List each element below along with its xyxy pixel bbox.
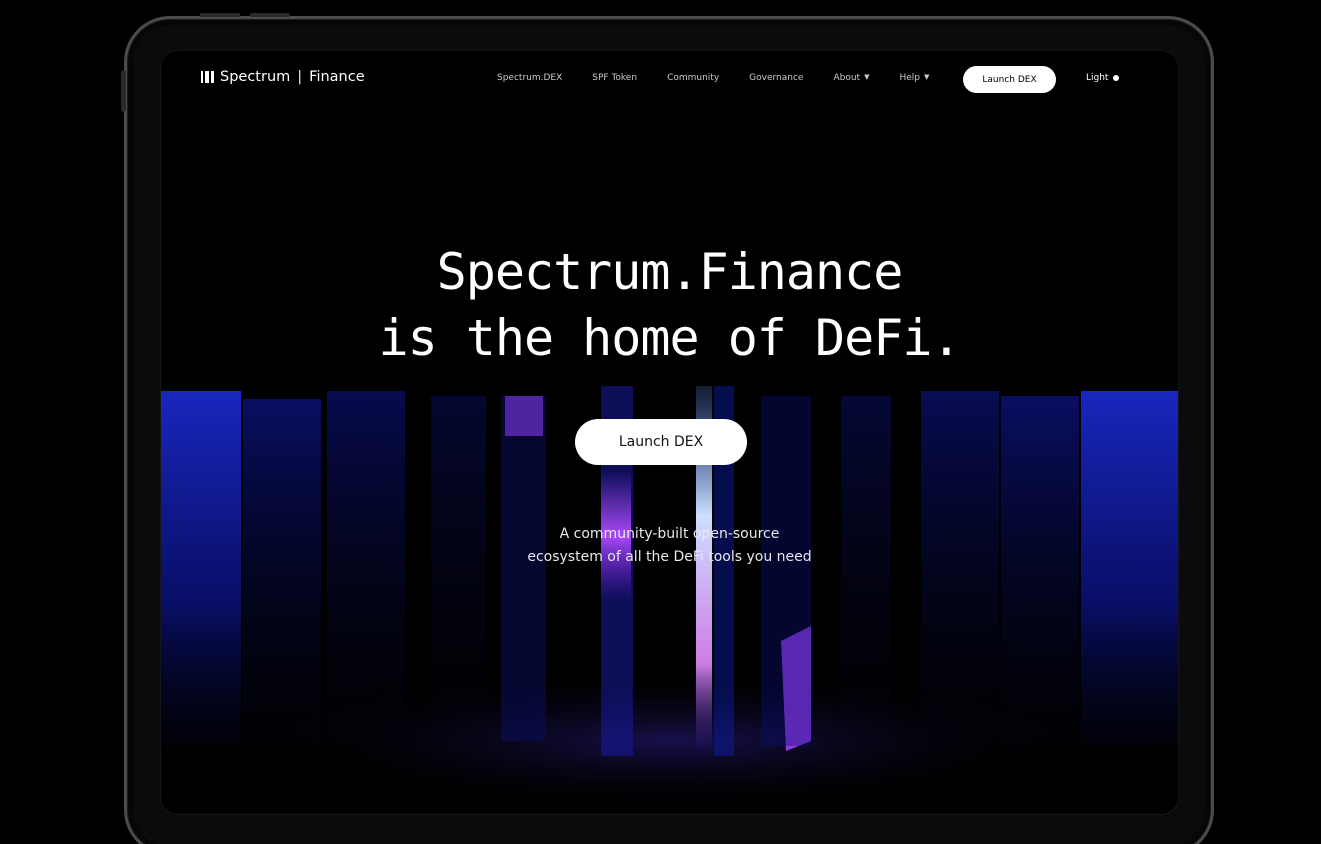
hero-subtitle: A community-built open-source ecosystem … — [161, 523, 1178, 569]
hero-title-line-1: Spectrum.Finance — [436, 243, 904, 301]
hero-launch-dex-button[interactable]: Launch DEX — [575, 419, 747, 465]
hero-title: Spectrum.Finance is the home of DeFi. — [161, 239, 1178, 371]
nav-link-help-label: Help — [899, 73, 920, 83]
brand-separator: | — [297, 69, 303, 85]
nav-link-spectrum-dex[interactable]: Spectrum.DEX — [497, 73, 562, 83]
nav-link-governance[interactable]: Governance — [749, 73, 803, 83]
theme-toggle-label: Light — [1086, 73, 1109, 83]
nav-link-about[interactable]: About ▼ — [833, 73, 869, 83]
hero-title-line-2: is the home of DeFi. — [378, 309, 961, 367]
device-stage: Spectrum | Finance Spectrum.DEX SPF Toke… — [0, 0, 1321, 844]
nav-link-community[interactable]: Community — [667, 73, 719, 83]
spectrum-logo-icon — [201, 71, 214, 83]
nav-links: Spectrum.DEX SPF Token Community Governa… — [497, 73, 959, 83]
theme-dot-icon — [1113, 75, 1120, 81]
top-navigation: Spectrum | Finance Spectrum.DEX SPF Toke… — [161, 51, 1178, 107]
tablet-top-button — [200, 13, 240, 17]
brand-name: Spectrum — [220, 69, 291, 85]
nav-link-spf-token[interactable]: SPF Token — [592, 73, 637, 83]
nav-launch-dex-button[interactable]: Launch DEX — [963, 66, 1056, 93]
chevron-down-icon: ▼ — [864, 73, 870, 81]
chevron-down-icon: ▼ — [923, 73, 930, 81]
hero-subtitle-line-1: A community-built open-source — [559, 526, 780, 542]
nav-link-about-label: About — [833, 73, 861, 83]
hero-subtitle-line-2: ecosystem of all the DeFi tools you need — [527, 549, 812, 565]
tablet-side-button — [121, 70, 126, 112]
brand-suffix: Finance — [309, 69, 365, 85]
brand-logo[interactable]: Spectrum | Finance — [201, 69, 365, 85]
tablet-screen: Spectrum | Finance Spectrum.DEX SPF Toke… — [160, 50, 1179, 815]
tablet-top-button-2 — [250, 13, 290, 17]
nav-link-help[interactable]: Help ▼ — [899, 73, 929, 83]
theme-toggle[interactable]: Light — [1086, 73, 1120, 83]
